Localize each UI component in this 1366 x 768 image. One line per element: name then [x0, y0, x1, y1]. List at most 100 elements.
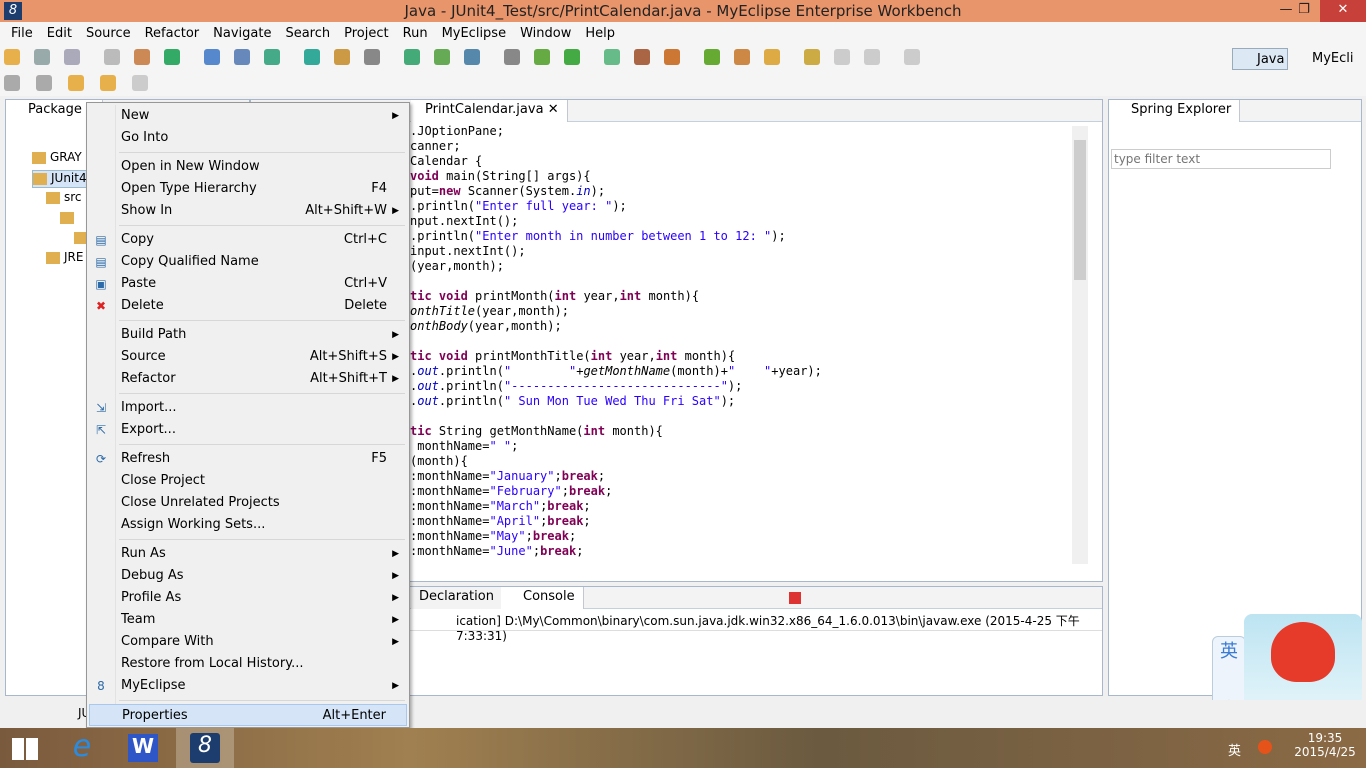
toolbar-button-icon[interactable]	[834, 49, 850, 65]
toolbar-button-icon[interactable]	[864, 49, 880, 65]
toolbar-button-icon[interactable]	[664, 49, 680, 65]
menu-item-go-into[interactable]: Go Into	[89, 127, 407, 149]
toolbar-button-icon[interactable]	[364, 49, 380, 65]
toolbar-button-icon[interactable]	[304, 49, 320, 65]
clock[interactable]: 19:35 2015/4/25	[1290, 731, 1360, 759]
toolbar-button-icon[interactable]	[264, 49, 280, 65]
menu-item-compare-with[interactable]: Compare With ▶	[89, 631, 407, 653]
tree-item[interactable]: src	[46, 190, 82, 208]
toolbar-button-icon[interactable]	[904, 49, 920, 65]
ime-lang[interactable]: 英	[1213, 637, 1245, 663]
toolbar-button-icon[interactable]	[704, 49, 720, 65]
ie-taskbar-icon[interactable]: e	[56, 728, 108, 768]
project-icon	[33, 172, 47, 185]
toolbar-button-icon[interactable]	[34, 49, 50, 65]
myeclipse-taskbar-icon[interactable]: 8	[176, 728, 234, 768]
toolbar-button-icon[interactable]	[234, 49, 250, 65]
menu-item-show-in[interactable]: Show In Alt+Shift+W ▶	[89, 200, 407, 222]
perspective-java[interactable]: Java	[1232, 48, 1288, 70]
toolbar-button-icon[interactable]	[134, 49, 150, 65]
tray-lang[interactable]: 英	[1228, 740, 1241, 759]
menu-navigate[interactable]: Navigate	[206, 26, 278, 41]
terminate-icon[interactable]	[789, 592, 801, 604]
menu-item-debug-as[interactable]: Debug As ▶	[89, 565, 407, 587]
toolbar-button-icon[interactable]	[564, 49, 580, 65]
wps-taskbar-icon[interactable]: W	[118, 728, 170, 768]
menu-item-paste[interactable]: ▣ Paste Ctrl+V	[89, 273, 407, 295]
menu-item-copy-qualified-name[interactable]: ▤ Copy Qualified Name	[89, 251, 407, 273]
menu-item-import[interactable]: ⇲ Import...	[89, 397, 407, 419]
perspective-myeclipse[interactable]: MyEcli	[1312, 51, 1354, 66]
toolbar-button-icon[interactable]	[634, 49, 650, 65]
menu-item-source[interactable]: Source Alt+Shift+S ▶	[89, 346, 407, 368]
toolbar-button-icon[interactable]	[604, 49, 620, 65]
toolbar-button-icon[interactable]	[764, 49, 780, 65]
sogou-icon[interactable]	[1258, 740, 1272, 754]
menu-search[interactable]: Search	[278, 26, 337, 41]
menu-file[interactable]: File	[4, 26, 40, 41]
menu-item-assign-working-sets[interactable]: Assign Working Sets...	[89, 514, 407, 536]
menu-item-copy[interactable]: ▤ Copy Ctrl+C	[89, 229, 407, 251]
navigation-button-icon[interactable]	[132, 75, 148, 91]
toolbar-button-icon[interactable]	[534, 49, 550, 65]
menu-item-open-type-hierarchy[interactable]: Open Type Hierarchy F4	[89, 178, 407, 200]
tree-item[interactable]	[60, 210, 78, 228]
menu-item-new[interactable]: New ▶	[89, 105, 407, 127]
menu-item-build-path[interactable]: Build Path ▶	[89, 324, 407, 346]
navigation-button-icon[interactable]	[68, 75, 84, 91]
code-editor[interactable]: .JOptionPane; canner; Calendar {void main(…	[410, 124, 1070, 564]
menu-item-refactor[interactable]: Refactor Alt+Shift+T ▶	[89, 368, 407, 390]
menu-item-export[interactable]: ⇱ Export...	[89, 419, 407, 441]
toolbar-button-icon[interactable]	[734, 49, 750, 65]
menu-item-close-project[interactable]: Close Project	[89, 470, 407, 492]
toolbar-button-icon[interactable]	[504, 49, 520, 65]
editor-tab-printcalendar[interactable]: PrintCalendar.java ✕	[411, 100, 568, 122]
menu-refactor[interactable]: Refactor	[138, 26, 207, 41]
menu-item-myeclipse[interactable]: 8 MyEclipse ▶	[89, 675, 407, 697]
navigation-button-icon[interactable]	[4, 75, 20, 91]
tree-item[interactable]: GRAY	[32, 150, 82, 168]
toolbar-button-icon[interactable]	[164, 49, 180, 65]
menu-edit[interactable]: Edit	[40, 26, 79, 41]
menu-item-restore-from-local-history[interactable]: Restore from Local History...	[89, 653, 407, 675]
menu-source[interactable]: Source	[79, 26, 138, 41]
editor-scrollbar[interactable]	[1072, 126, 1088, 564]
close-button[interactable]: ✕	[1320, 0, 1366, 22]
toolbar-button-icon[interactable]	[334, 49, 350, 65]
menu-item-close-unrelated-projects[interactable]: Close Unrelated Projects	[89, 492, 407, 514]
menu-myeclipse[interactable]: MyEclipse	[435, 26, 514, 41]
navigation-button-icon[interactable]	[36, 75, 52, 91]
tree-item[interactable]: JUnit4	[32, 170, 88, 188]
toolbar-button-icon[interactable]	[104, 49, 120, 65]
toolbar-button-icon[interactable]	[64, 49, 80, 65]
menu-item-shortcut: Ctrl+C	[343, 232, 387, 247]
toolbar-button-icon[interactable]	[4, 49, 20, 65]
menu-item-properties[interactable]: Properties Alt+Enter	[89, 704, 407, 726]
spring-explorer-tab[interactable]: Spring Explorer	[1109, 100, 1241, 122]
menu-item-open-in-new-window[interactable]: Open in New Window	[89, 156, 407, 178]
menu-window[interactable]: Window	[513, 26, 578, 41]
toolbar-button-icon[interactable]	[434, 49, 450, 65]
toolbar-button-icon[interactable]	[404, 49, 420, 65]
close-tab-icon[interactable]: ✕	[548, 102, 559, 117]
toolbar-button-icon[interactable]	[204, 49, 220, 65]
tab-console[interactable]: Console	[501, 587, 584, 609]
menu-item-team[interactable]: Team ▶	[89, 609, 407, 631]
menu-project[interactable]: Project	[337, 26, 395, 41]
tree-item[interactable]: JRE	[46, 250, 83, 268]
tree-item-label: JRE	[64, 250, 84, 264]
menu-item-profile-as[interactable]: Profile As ▶	[89, 587, 407, 609]
menu-item-run-as[interactable]: Run As ▶	[89, 543, 407, 565]
toolbar-button-icon[interactable]	[804, 49, 820, 65]
menu-item-refresh[interactable]: ⟳ Refresh F5	[89, 448, 407, 470]
menu-item-delete[interactable]: ✖ Delete Delete	[89, 295, 407, 317]
filter-input[interactable]	[1111, 149, 1331, 169]
menu-run[interactable]: Run	[396, 26, 435, 41]
restore-button[interactable]: ❐	[1288, 0, 1320, 22]
tab-declaration[interactable]: Declaration	[411, 587, 503, 609]
code-line: :monthName="March";break;	[410, 499, 591, 513]
navigation-button-icon[interactable]	[100, 75, 116, 91]
menu-help[interactable]: Help	[578, 26, 622, 41]
toolbar-button-icon[interactable]	[464, 49, 480, 65]
start-button[interactable]	[0, 728, 52, 768]
